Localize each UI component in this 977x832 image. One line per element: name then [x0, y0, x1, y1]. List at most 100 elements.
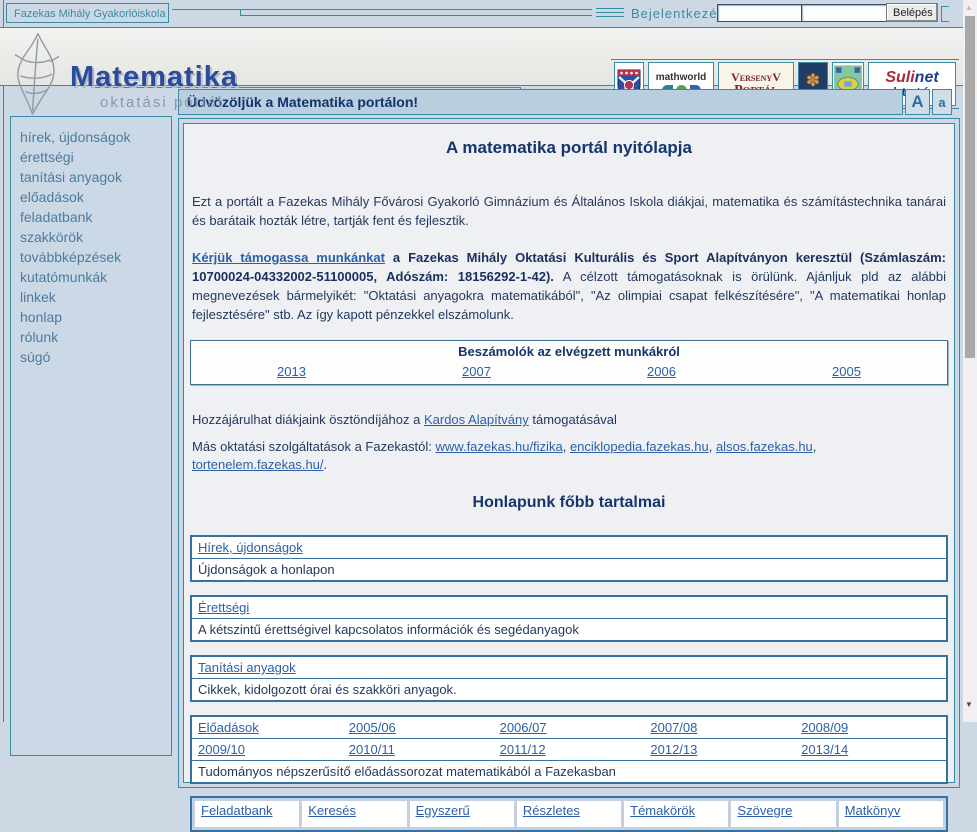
sidebar-item-linkek[interactable]: linkek: [20, 287, 171, 307]
sulinet-label-part2: net: [915, 69, 939, 86]
content-box-hirek: Hírek, újdonságok Újdonságok a honlapon: [190, 535, 948, 582]
sidebar-item-feladatbank[interactable]: feladatbank: [20, 207, 171, 227]
hirek-description: Újdonságok a honlapon: [192, 559, 946, 580]
content-box-eloadasok: Előadások 2005/06 2006/07 2007/08 2008/0…: [190, 715, 948, 784]
login-button[interactable]: Belépés: [886, 3, 938, 22]
content-frame: A matematika portál nyitólapja Ezt a por…: [178, 118, 960, 788]
tortenelem-link[interactable]: tortenelem.fazekas.hu/: [192, 457, 324, 472]
sidebar-item-erettsegi[interactable]: érettségi: [20, 147, 171, 167]
kereses-link[interactable]: Keresés: [308, 803, 356, 818]
erettsegi-link[interactable]: Érettségi: [198, 600, 249, 615]
lecture-year-2009-10-link[interactable]: 2009/10: [198, 742, 245, 757]
services-prefix: Más oktatási szolgáltatások a Fazekastól…: [192, 439, 436, 454]
site-title: Matematika: [70, 61, 238, 94]
scrollbar-up-arrow-icon[interactable]: ▲: [965, 3, 973, 12]
kardos-alapitvany-link[interactable]: Kardos Alapítvány: [424, 412, 529, 427]
eloadasok-link[interactable]: Előadások: [198, 720, 259, 735]
sidebar-item-szakkorok[interactable]: szakkörök: [20, 227, 171, 247]
egyszeru-link[interactable]: Egyszerű: [416, 803, 470, 818]
login-field-1[interactable]: [717, 4, 803, 22]
sidebar-item-hirek[interactable]: hírek, újdonságok: [20, 127, 171, 147]
sidebar-item-tanitasi-anyagok[interactable]: tanítási anyagok: [20, 167, 171, 187]
page-title: A matematika portál nyitólapja: [190, 138, 948, 158]
fizika-link[interactable]: www.fazekas.hu/fizika: [436, 439, 563, 454]
support-link[interactable]: Kérjük támogassa munkánkat: [192, 250, 385, 265]
scrollbar-thumb[interactable]: [965, 16, 975, 358]
sidebar-menu: hírek, újdonságok érettségi tanítási any…: [11, 117, 171, 367]
login-field-2[interactable]: [801, 4, 887, 22]
reszletes-link[interactable]: Részletes: [523, 803, 580, 818]
decor-line: [941, 6, 942, 22]
lecture-year-2006-07-link[interactable]: 2006/07: [500, 720, 547, 735]
feladatbank-table: Feladatbank Keresés Egyszerű Részletes T…: [190, 796, 948, 832]
szovegre-link[interactable]: Szövegre: [737, 803, 792, 818]
decor-line: [596, 8, 624, 9]
scholarship-suffix: támogatásával: [529, 412, 617, 427]
lecture-year-2005-06-link[interactable]: 2005/06: [349, 720, 396, 735]
services-line: Más oktatási szolgáltatások a Fazekastól…: [192, 438, 946, 474]
sidebar-item-kutatomunkak[interactable]: kutatómunkák: [20, 267, 171, 287]
site-header: Matematika oktatási portál mathworld Ver…: [0, 27, 977, 86]
sidebar-item-honlap[interactable]: honlap: [20, 307, 171, 327]
support-paragraph: Kérjük támogassa munkánkat a Fazekas Mih…: [192, 248, 946, 324]
feladatbank-link[interactable]: Feladatbank: [201, 803, 273, 818]
mathworld-label: mathworld: [656, 72, 707, 83]
scrollbar-down-arrow-icon[interactable]: ▼: [965, 700, 973, 709]
lecture-year-2007-08-link[interactable]: 2007/08: [650, 720, 697, 735]
reports-table: Beszámolók az elvégzett munkákról 2013 2…: [190, 340, 948, 385]
leaf-logo: [6, 30, 68, 118]
sidebar-item-sugo[interactable]: súgó: [20, 347, 171, 367]
welcome-message: Üdvözöljük a Matematika portálon!: [178, 89, 903, 115]
font-size-decrease-button[interactable]: a: [932, 89, 952, 115]
intro-paragraph: Ezt a portált a Fazekas Mihály Fővárosi …: [192, 192, 946, 230]
content-box-erettsegi: Érettségi A kétszintű érettségivel kapcs…: [190, 595, 948, 642]
lecture-year-2010-11-link[interactable]: 2010/11: [349, 742, 395, 757]
lecture-year-2013-14-link[interactable]: 2013/14: [801, 742, 848, 757]
login-label: Bejelentkezés:: [631, 6, 730, 21]
school-name-label: Fazekas Mihály Gyakorlóiskola: [6, 3, 169, 23]
page: { "colors": { "accent_teal": "#3b8aa5", …: [0, 0, 977, 722]
versenyv-line1: VersenyV: [731, 71, 781, 84]
alsos-link[interactable]: alsos.fazekas.hu: [716, 439, 813, 454]
report-year-2006-link[interactable]: 2006: [647, 364, 676, 379]
decor-line: [941, 6, 949, 7]
page-left-border: [3, 0, 4, 722]
lecture-year-2008-09-link[interactable]: 2008/09: [801, 720, 848, 735]
reports-years-row: 2013 2007 2006 2005: [191, 362, 947, 384]
scholarship-prefix: Hozzájárulhat diákjaink ösztöndíjához a: [192, 412, 424, 427]
report-year-2013-link[interactable]: 2013: [277, 364, 306, 379]
lecture-year-2011-12-link[interactable]: 2011/12: [500, 742, 546, 757]
sidebar-item-tovabbkepzesek[interactable]: továbbképzések: [20, 247, 171, 267]
tanitasi-description: Cikkek, kidolgozott órai és szakköri any…: [192, 679, 946, 700]
separator: ,: [563, 439, 567, 454]
scholarship-line: Hozzájárulhat diákjaink ösztöndíjához a …: [192, 411, 946, 429]
tanitasi-anyagok-link[interactable]: Tanítási anyagok: [198, 660, 296, 675]
sidebar-item-rolunk[interactable]: rólunk: [20, 327, 171, 347]
separator: ,: [709, 439, 713, 454]
eloadasok-description: Tudományos népszerűsítő előadássorozat m…: [192, 761, 946, 782]
content-box-tanitasi: Tanítási anyagok Cikkek, kidolgozott óra…: [190, 655, 948, 702]
separator: .: [324, 457, 328, 472]
enciklopedia-link[interactable]: enciklopedia.fazekas.hu: [570, 439, 709, 454]
report-year-2007-link[interactable]: 2007: [462, 364, 491, 379]
reports-table-title: Beszámolók az elvégzett munkákról: [191, 341, 947, 362]
sidebar-item-eloadasok[interactable]: előadások: [20, 187, 171, 207]
erettsegi-description: A kétszintű érettségivel kapcsolatos inf…: [192, 619, 946, 640]
decor-line: [240, 15, 592, 16]
temakorok-link[interactable]: Témakörök: [630, 803, 695, 818]
lecture-year-2012-13-link[interactable]: 2012/13: [650, 742, 697, 757]
main-content: A matematika portál nyitólapja Ezt a por…: [183, 123, 955, 783]
report-year-2005-link[interactable]: 2005: [832, 364, 861, 379]
separator: ,: [813, 439, 817, 454]
decor-line: [596, 16, 624, 17]
section-title: Honlapunk főbb tartalmai: [190, 494, 948, 512]
decor-line: [596, 12, 624, 13]
site-subtitle: oktatási portál: [100, 94, 223, 111]
vertical-scrollbar[interactable]: ▲ ▼: [963, 0, 977, 722]
matkonyv-link[interactable]: Matkönyv: [845, 803, 901, 818]
sidebar: hírek, újdonságok érettségi tanítási any…: [10, 116, 172, 756]
decor-line: [240, 9, 241, 16]
font-size-increase-button[interactable]: A: [905, 89, 930, 115]
hirek-link[interactable]: Hírek, újdonságok: [198, 540, 303, 555]
welcome-row: Üdvözöljük a Matematika portálon! A a: [178, 89, 952, 115]
